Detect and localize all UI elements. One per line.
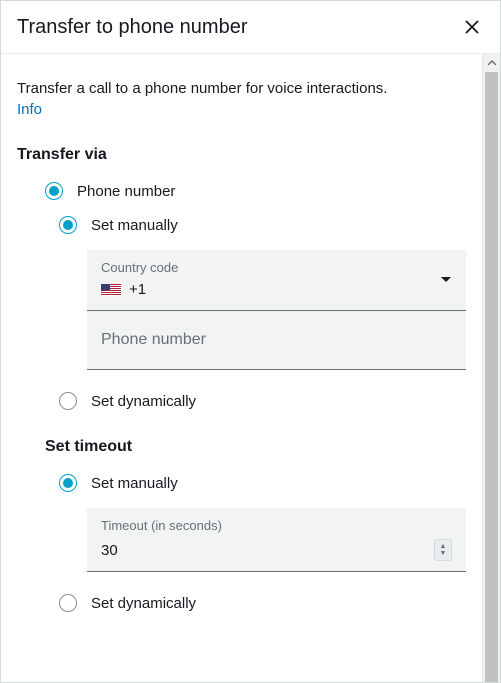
timeout-heading: Set timeout	[45, 438, 466, 456]
scrollbar[interactable]	[482, 54, 500, 682]
scroll-track[interactable]	[483, 72, 500, 682]
radio-input-phone[interactable]	[45, 182, 63, 200]
timeout-input[interactable]	[101, 542, 434, 559]
radio-phone-number[interactable]: Phone number	[45, 182, 466, 200]
country-code-label: Country code	[101, 260, 452, 275]
info-link[interactable]: Info	[17, 101, 42, 118]
timeout-input-row: ▲ ▼	[101, 539, 452, 561]
transfer-dialog: Transfer to phone number Transfer a call…	[0, 0, 501, 683]
radio-label-phone: Phone number	[77, 183, 175, 200]
timeout-input-block: Timeout (in seconds) ▲ ▼	[87, 508, 466, 572]
dialog-body-wrapper: Transfer a call to a phone number for vo…	[1, 54, 500, 682]
radio-input-manual-phone[interactable]	[59, 216, 77, 234]
radio-set-dynamically-phone[interactable]: Set dynamically	[59, 392, 466, 410]
radio-input-manual-timeout[interactable]	[59, 474, 77, 492]
radio-label-manual-phone: Set manually	[91, 217, 178, 234]
radio-set-manually-timeout[interactable]: Set manually	[59, 474, 466, 492]
transfer-via-heading: Transfer via	[17, 146, 466, 164]
chevron-up-icon	[487, 60, 497, 66]
dialog-description: Transfer a call to a phone number for vo…	[17, 78, 466, 99]
dialog-title: Transfer to phone number	[17, 16, 248, 39]
phone-input-block: Country code	[87, 250, 466, 370]
stepper-up-icon: ▲	[440, 543, 447, 550]
chevron-down-icon	[440, 276, 452, 284]
phone-number-input[interactable]	[87, 311, 466, 370]
radio-label-manual-timeout: Set manually	[91, 475, 178, 492]
timeout-label: Timeout (in seconds)	[101, 518, 452, 533]
scroll-up-arrow[interactable]	[483, 54, 501, 72]
radio-input-dynamic-phone[interactable]	[59, 392, 77, 410]
scroll-thumb[interactable]	[485, 72, 498, 682]
radio-set-dynamically-timeout[interactable]: Set dynamically	[59, 594, 466, 612]
close-icon	[464, 19, 480, 35]
dialog-header: Transfer to phone number	[1, 1, 500, 54]
close-button[interactable]	[460, 15, 484, 39]
radio-set-manually-phone[interactable]: Set manually	[59, 216, 466, 234]
radio-label-dynamic-timeout: Set dynamically	[91, 595, 196, 612]
dialog-body: Transfer a call to a phone number for vo…	[1, 54, 482, 682]
country-code-value: +1	[129, 281, 146, 298]
number-stepper[interactable]: ▲ ▼	[434, 539, 452, 561]
country-code-select[interactable]: Country code	[87, 250, 466, 311]
us-flag-icon	[101, 284, 121, 296]
timeout-field[interactable]: Timeout (in seconds) ▲ ▼	[87, 508, 466, 572]
radio-label-dynamic-phone: Set dynamically	[91, 393, 196, 410]
country-code-row: +1	[101, 281, 452, 298]
radio-input-dynamic-timeout[interactable]	[59, 594, 77, 612]
stepper-down-icon: ▼	[440, 550, 447, 557]
